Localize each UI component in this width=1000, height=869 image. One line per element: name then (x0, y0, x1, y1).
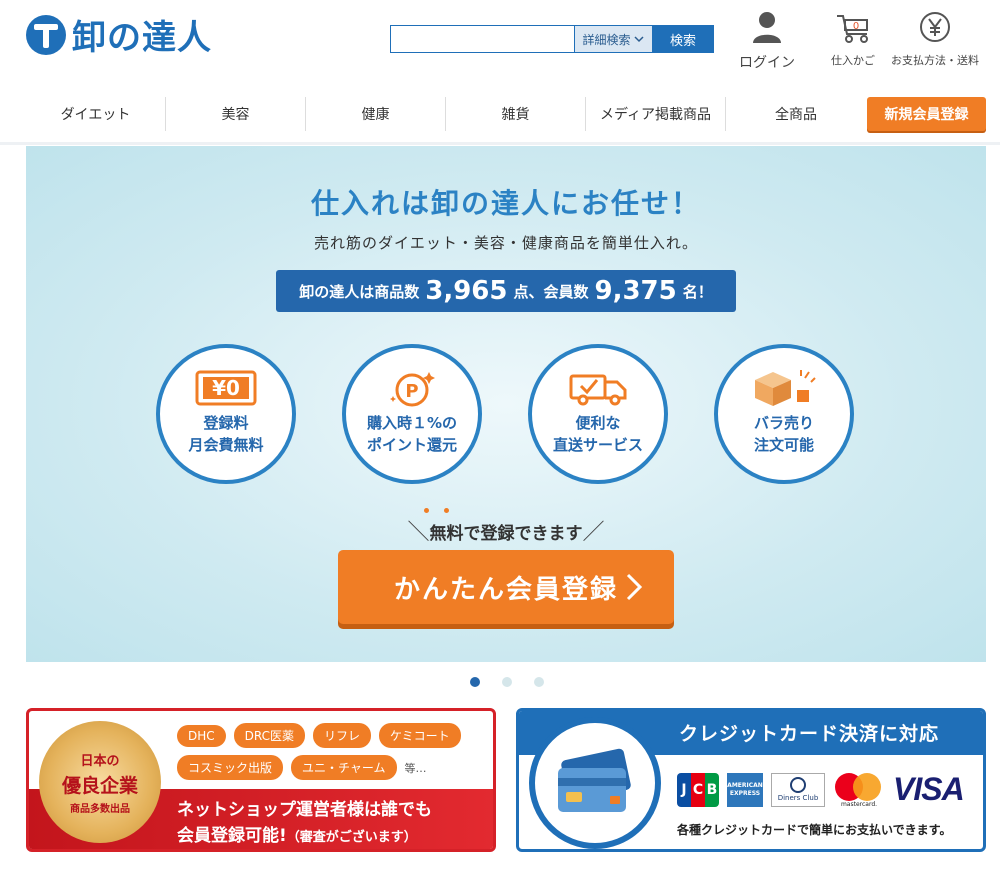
brand-tag: コスミック出版 (177, 755, 284, 780)
brand-tag: DRC医薬 (233, 723, 306, 748)
login-label: ログイン (739, 55, 795, 71)
feature-3-line2: 直送サービス (552, 436, 643, 454)
feature-4-line1: バラ売り (753, 414, 814, 432)
brand-tag: リフレ (313, 723, 372, 748)
nav-item-goods[interactable]: 雑貨 (446, 97, 586, 131)
signup-button[interactable]: 新規会員登録 (867, 97, 986, 131)
easy-signup-button[interactable]: かんたん会員登録 (338, 550, 674, 624)
search-bar: 詳細検索 検索 (390, 25, 714, 53)
payment-label: お支払方法・送料 (891, 54, 979, 67)
feature-1-line1: 登録料 (203, 414, 249, 432)
yen-zero-icon: ¥0 (195, 370, 257, 406)
hero-banner[interactable]: 仕入れは卸の達人にお任せ！ 売れ筋のダイエット・美容・健康商品を簡単仕入れ。 卸… (26, 146, 986, 662)
stat-suffix: 名！ (682, 282, 713, 301)
site-header: 卸の達人 詳細検索 検索 ログイン 0 仕入かご お支払方法・送料 (0, 0, 1000, 88)
carousel-dot-1[interactable] (470, 677, 480, 687)
product-count: 3,965 (425, 276, 508, 306)
feature-1-line2: 月会費無料 (188, 436, 264, 454)
partner-brands-banner[interactable]: 日本の 優良企業 商品多数出品 DHC DRC医薬 リフレ ケミコート コスミッ… (26, 708, 496, 852)
credit-card-banner[interactable]: クレジットカード決済に対応 JCB AMERICAN EXPRESS Diners… (516, 708, 986, 852)
nav-item-beauty[interactable]: 美容 (166, 97, 306, 131)
cart-icon: 0 (837, 15, 868, 43)
medal-badge-icon: 日本の 優良企業 商品多数出品 (39, 721, 161, 843)
login-link[interactable]: ログイン (734, 10, 800, 72)
free-text: 無料で登録できます (429, 524, 583, 544)
nav-item-health[interactable]: 健康 (306, 97, 446, 131)
feature-2-line1: 購入時１%の (366, 414, 458, 432)
brand-tag: ユニ・チャーム (291, 755, 397, 780)
feature-3-line1: 便利な (575, 414, 621, 432)
stat-mid: 点、会員数 (513, 282, 589, 301)
cta-label: かんたん会員登録 (393, 574, 618, 605)
svg-text:¥0: ¥0 (212, 376, 240, 400)
nav-item-diet[interactable]: ダイエット (26, 97, 166, 131)
free-registration-note: ＼無料で登録できます／ (407, 520, 605, 545)
feature-direct-shipping: 便利な 直送サービス (528, 344, 668, 484)
message-note: （審査がございます） (286, 830, 417, 845)
medal-line3: 商品多数出品 (70, 803, 130, 815)
carousel-pager (470, 677, 544, 687)
logo-text: 卸の達人 (72, 18, 212, 58)
cart-label: 仕入かご (831, 54, 875, 67)
truck-icon (569, 374, 627, 406)
main-nav: ダイエット 美容 健康 雑貨 メディア掲載商品 全商品 新規会員登録 (26, 97, 986, 131)
nav-divider (0, 142, 1000, 145)
feature-4-line2: 注文可能 (753, 436, 814, 454)
visa-logo: VISA (893, 771, 965, 807)
feature-2-line2: ポイント還元 (366, 436, 457, 454)
chevron-right-icon (624, 572, 644, 609)
logo-mark-icon (26, 14, 66, 55)
hero-title: 仕入れは卸の達人にお任せ！ (310, 187, 701, 220)
feature-points: P 購入時１%の ポイント還元 (342, 344, 482, 484)
jcb-logo: JCB (677, 772, 719, 807)
cart-link[interactable]: 0 仕入かご (820, 10, 886, 68)
mastercard-logo: mastercard. (833, 772, 885, 808)
nav-item-all-products[interactable]: 全商品 (726, 97, 866, 131)
shop-owner-message: ネットショップ運営者様は誰でも 会員登録可能!（審査がございます） (177, 797, 432, 849)
brand-tag: ケミコート (379, 723, 461, 748)
point-icon: P (390, 372, 435, 407)
payment-shipping-link[interactable]: お支払方法・送料 (888, 10, 982, 68)
brand-tag: DHC (177, 724, 226, 747)
carousel-dot-3[interactable] (534, 677, 544, 687)
nav-item-media[interactable]: メディア掲載商品 (586, 97, 726, 131)
stat-prefix: 卸の達人は商品数 (299, 282, 420, 301)
carousel-dot-2[interactable] (502, 677, 512, 687)
brand-more: 等… (404, 761, 427, 775)
chevron-down-icon (633, 36, 644, 43)
credit-card-note: 各種クレジットカードで簡単にお支払いできます。 (677, 823, 952, 837)
advanced-search-label: 詳細検索 (582, 32, 631, 47)
feature-free-registration: ¥0 登録料月会費無料 (156, 344, 296, 484)
cart-count: 0 (853, 21, 859, 32)
advanced-search-dropdown[interactable]: 詳細検索 (574, 25, 652, 53)
message-line2: 会員登録可能! (177, 826, 287, 846)
credit-card-icon (529, 717, 661, 849)
user-icon (753, 12, 781, 43)
card-brand-logos: JCB AMERICAN EXPRESS Diners Club masterca… (677, 771, 965, 808)
diners-club-logo: Diners Club (771, 772, 825, 807)
search-input[interactable] (390, 25, 574, 53)
feature-single-order: バラ売り 注文可能 (714, 344, 854, 484)
message-line1: ネットショップ運営者様は誰でも (177, 800, 432, 820)
member-count: 9,375 (594, 276, 677, 306)
medal-line1: 日本の (80, 753, 120, 769)
credit-card-title: クレジットカード決済に対応 (679, 723, 940, 745)
hero-subtitle: 売れ筋のダイエット・美容・健康商品を簡単仕入れ。 (313, 234, 698, 252)
box-icon (755, 370, 816, 406)
svg-text:P: P (405, 381, 418, 402)
brand-tags: DHC DRC医薬 リフレ ケミコート コスミック出版 ユニ・チャーム 等… (177, 723, 493, 780)
medal-line2: 優良企業 (61, 774, 138, 797)
search-button[interactable]: 検索 (652, 25, 714, 53)
amex-logo: AMERICAN EXPRESS (727, 772, 763, 807)
stats-badge: 卸の達人は商品数 3,965 点、会員数 9,375 名！ (276, 270, 736, 312)
site-logo[interactable]: 卸の達人 (26, 10, 212, 59)
yen-icon (920, 12, 950, 42)
